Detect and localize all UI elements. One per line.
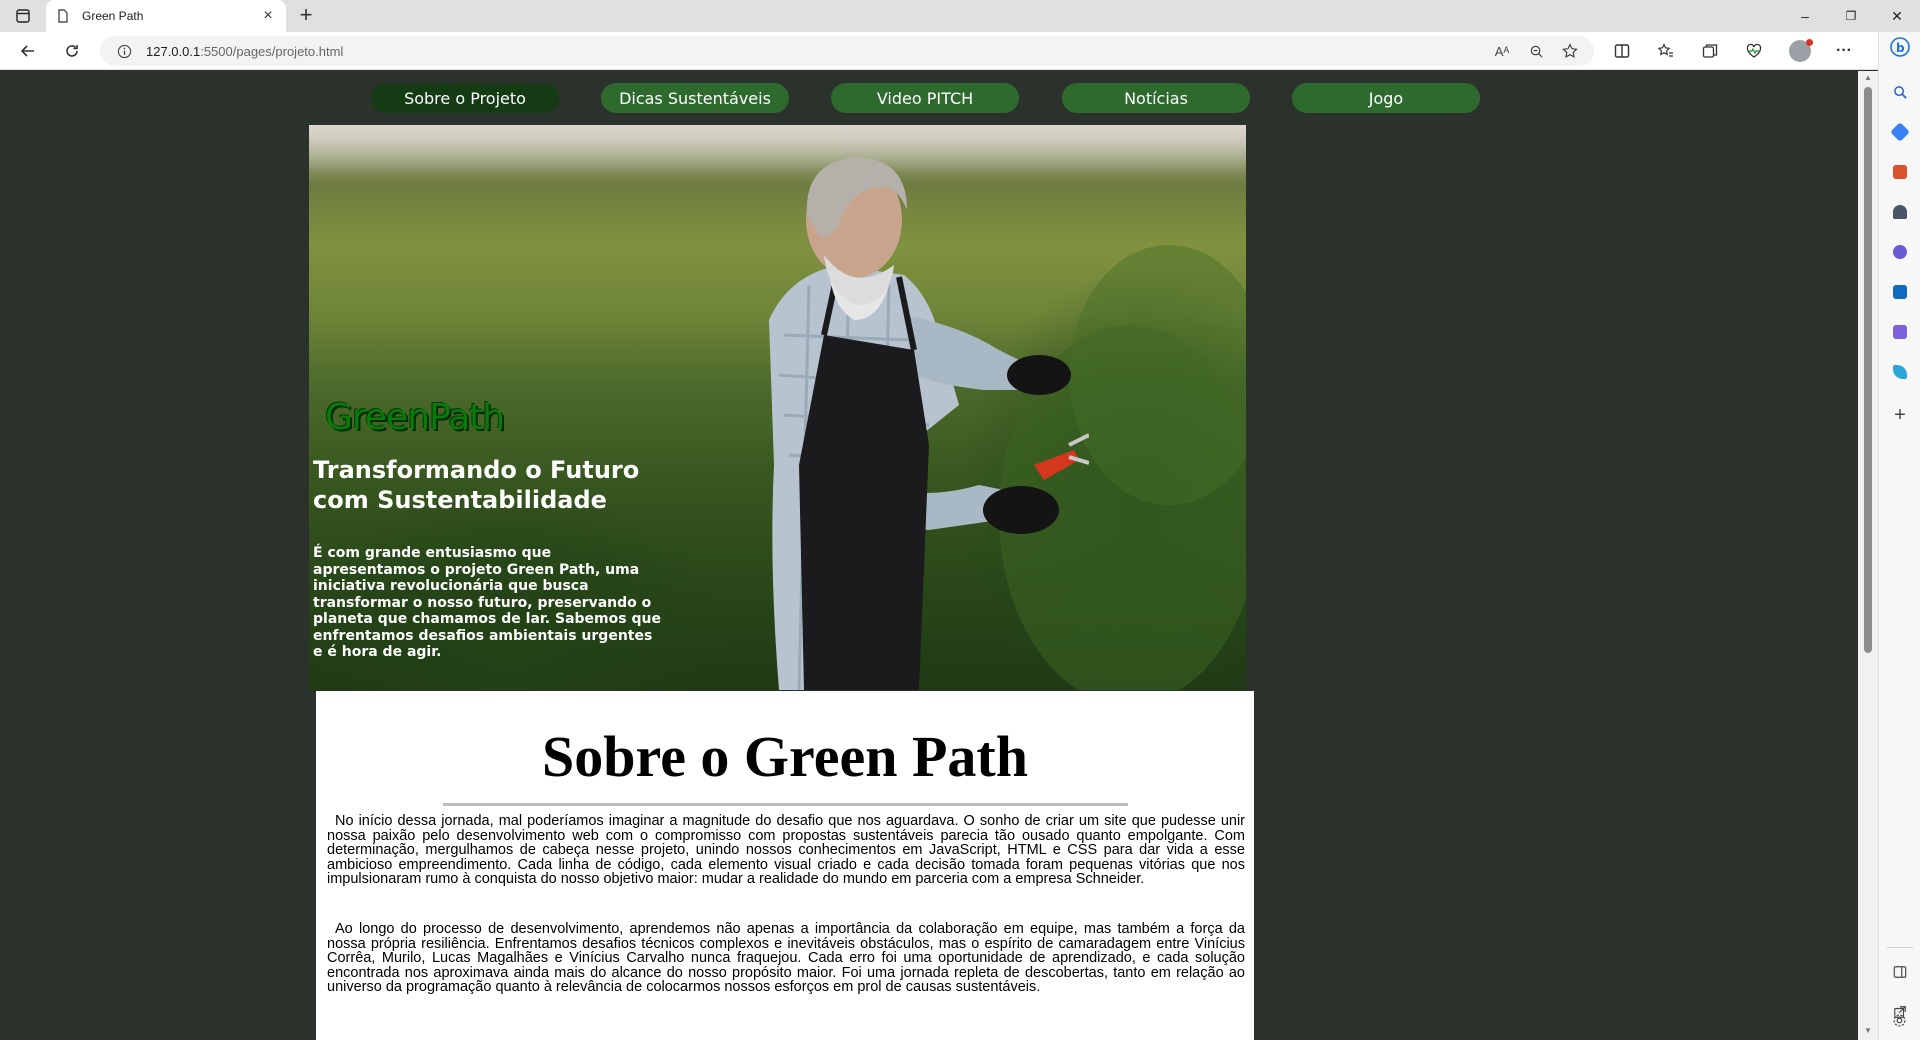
- browser-toolbar: 127.0.0.1:5500/pages/projeto.html Aᴬ ···: [0, 32, 1920, 70]
- close-window-button[interactable]: ✕: [1874, 0, 1920, 32]
- about-title: Sobre o Green Path: [541, 724, 1028, 789]
- split-screen-icon: [1614, 44, 1630, 58]
- favorites-list-icon: [1657, 43, 1673, 57]
- svg-text:b: b: [1896, 41, 1905, 55]
- scrollbar-thumb[interactable]: [1864, 87, 1872, 653]
- collections-button[interactable]: [1696, 37, 1724, 65]
- new-tab-button[interactable]: +: [294, 4, 318, 28]
- url-host: 127.0.0.1: [146, 43, 201, 59]
- restore-button[interactable]: ❐: [1828, 0, 1874, 32]
- favorite-star-icon[interactable]: [1560, 41, 1580, 61]
- sidebar-divider: [1887, 947, 1913, 948]
- title-divider: [443, 803, 1128, 806]
- about-section: Sobre o Green Path No início dessa jorna…: [316, 691, 1254, 1040]
- tab-title: Green Path: [82, 9, 144, 23]
- copilot-swirl-icon[interactable]: [1890, 242, 1910, 262]
- url-text[interactable]: 127.0.0.1:5500/pages/projeto.html: [146, 44, 343, 59]
- favorites-button[interactable]: [1652, 37, 1680, 65]
- browser-essentials-button[interactable]: [1740, 37, 1768, 65]
- back-button[interactable]: [14, 37, 42, 65]
- tab-actions-icon: [16, 9, 30, 23]
- scroll-down-icon[interactable]: ▼: [1863, 1027, 1873, 1035]
- url-path: :5500/pages/projeto.html: [200, 43, 344, 59]
- address-bar-actions: Aᴬ: [1492, 41, 1580, 61]
- nav-sobre-o-projeto[interactable]: Sobre o Projeto: [371, 83, 559, 113]
- send-icon[interactable]: [1890, 362, 1910, 382]
- settings-icon[interactable]: [1889, 1010, 1909, 1030]
- zoom-out-icon[interactable]: [1526, 41, 1546, 61]
- more-options-button[interactable]: ···: [1830, 37, 1858, 65]
- site-info-icon[interactable]: [116, 43, 132, 59]
- nav-noticias[interactable]: Notícias: [1062, 83, 1250, 113]
- search-icon[interactable]: [1890, 82, 1910, 102]
- collections-icon: [1702, 44, 1718, 58]
- briefcase-icon[interactable]: [1890, 162, 1910, 182]
- refresh-icon: [66, 45, 78, 57]
- hero-title: Transformando o Futuro com Sustentabilid…: [313, 456, 640, 514]
- browser-titlebar: Green Path × + – ❐ ✕: [0, 0, 1920, 32]
- add-icon[interactable]: +: [1890, 404, 1910, 426]
- edge-sidebar: b +: [1878, 32, 1920, 1040]
- page-icon: [56, 9, 70, 23]
- nav-video-pitch[interactable]: Video PITCH: [831, 83, 1019, 113]
- scroll-up-icon[interactable]: ▲: [1863, 74, 1873, 82]
- designer-icon[interactable]: [1890, 322, 1910, 342]
- chess-icon[interactable]: [1890, 202, 1910, 222]
- about-paragraph-2: Ao longo do processo de desenvolvimento,…: [327, 921, 1245, 996]
- address-bar[interactable]: 127.0.0.1:5500/pages/projeto.html Aᴬ: [100, 36, 1594, 66]
- tab-actions-button[interactable]: [10, 6, 36, 26]
- outlook-icon[interactable]: [1890, 282, 1910, 302]
- split-icon[interactable]: [1890, 962, 1910, 982]
- minimize-button[interactable]: –: [1782, 0, 1828, 32]
- page-viewport: Sobre o Projeto Dicas Sustentáveis Video…: [0, 71, 1858, 1040]
- avatar: [1789, 39, 1813, 62]
- brand-logo-text: GreenPath: [325, 397, 505, 438]
- close-tab-icon[interactable]: ×: [260, 7, 276, 25]
- refresh-button[interactable]: [58, 37, 86, 65]
- copilot-icon[interactable]: b: [1890, 37, 1910, 57]
- heart-pulse-icon: [1746, 43, 1762, 58]
- hero-description: É com grande entusiasmo que apresentamos…: [313, 545, 661, 660]
- back-arrow-icon: [20, 45, 34, 57]
- site-navigation: Sobre o Projeto Dicas Sustentáveis Video…: [0, 83, 1858, 113]
- farmer-photo: [769, 157, 1089, 690]
- nav-jogo[interactable]: Jogo: [1292, 83, 1480, 113]
- hero-banner: GreenPath Transformando o Futuro com Sus…: [309, 125, 1246, 690]
- nav-dicas-sustentaveis[interactable]: Dicas Sustentáveis: [601, 83, 789, 113]
- page-scrollbar[interactable]: ▲ ▼: [1858, 71, 1878, 1040]
- browser-tab[interactable]: Green Path ×: [46, 0, 286, 32]
- tag-icon[interactable]: [1890, 122, 1910, 142]
- read-aloud-icon[interactable]: Aᴬ: [1492, 41, 1512, 61]
- split-screen-button[interactable]: [1608, 37, 1636, 65]
- about-paragraph-1: No início dessa jornada, mal poderíamos …: [327, 813, 1245, 888]
- profile-button[interactable]: [1786, 37, 1814, 65]
